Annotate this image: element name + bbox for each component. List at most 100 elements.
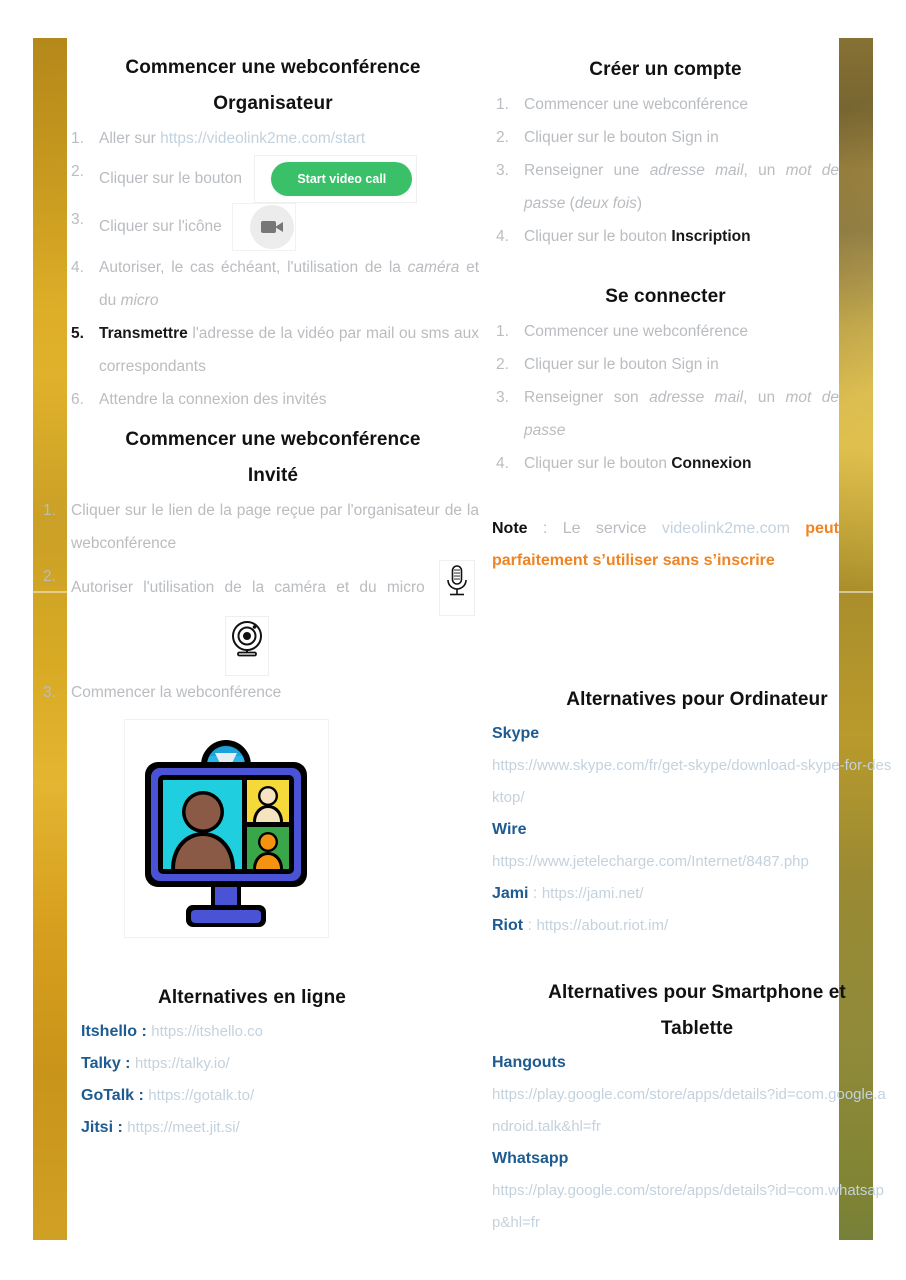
step-text: Commencer une webconférence: [524, 323, 749, 340]
video-camera-chip-box: [232, 203, 297, 251]
step-text: Cliquer sur l'icône: [99, 218, 227, 236]
webcam-icon-box: [225, 616, 269, 676]
section-alternatives-ordinateur: Alternatives pour Ordinateur Skype https…: [492, 682, 902, 942]
link-name: GoTalk: [81, 1087, 135, 1104]
note-text-before: Le service: [562, 520, 662, 537]
list-item: Jami : https://jami.net/: [492, 885, 644, 902]
step-text-a: Renseigner une: [524, 162, 650, 179]
link-name: Itshello: [81, 1023, 138, 1040]
emphasis-camera: caméra: [407, 259, 460, 276]
video-conference-illustration-frame: [124, 719, 329, 938]
link-name: Jami: [492, 885, 529, 902]
step-text: Cliquer sur le bouton: [524, 455, 672, 472]
link-name: Riot: [492, 917, 524, 934]
emphasis-adresse-mail: adresse mail: [649, 389, 744, 406]
step-autoriser: Autoriser, le cas échéant, l'utilisation…: [67, 251, 479, 317]
link-url[interactable]: https://play.google.com/store/apps/detai…: [492, 1175, 892, 1239]
link-url[interactable]: https://itshello.co: [151, 1023, 263, 1040]
content-columns: Commencer une webconférence Organisateur…: [43, 0, 891, 1280]
link-url[interactable]: https://jami.net/: [542, 885, 644, 902]
alternatives-smartphone-list: Hangouts https://play.google.com/store/a…: [492, 1047, 892, 1239]
link-url[interactable]: https://play.google.com/store/apps/detai…: [492, 1079, 892, 1143]
inscription-button-label[interactable]: Inscription: [671, 228, 750, 245]
link-name: Whatsapp: [492, 1150, 569, 1167]
step-cliquer-bouton: Cliquer sur le bouton Start video call: [67, 155, 479, 203]
step-connexion: Cliquer sur le bouton Connexion: [492, 447, 839, 480]
step-text-b: , un: [743, 389, 786, 406]
step-cliquer-lien: Cliquer sur le lien de la page reçue par…: [39, 494, 479, 560]
start-video-call-button-wrapper: Start video call: [254, 155, 418, 203]
se-connecter-heading: Se connecter: [605, 286, 726, 307]
step-text: Cliquer sur le bouton Sign in: [524, 129, 719, 146]
step-text: Autoriser l'utilisation de la caméra et …: [71, 579, 435, 597]
step-text: Cliquer sur le bouton Sign in: [524, 356, 719, 373]
alternatives-ordinateur-heading: Alternatives pour Ordinateur: [566, 689, 828, 710]
microphone-icon: [447, 565, 467, 596]
alternatives-en-ligne-heading: Alternatives en ligne: [158, 987, 346, 1008]
list-item: GoTalk : https://gotalk.to/: [81, 1087, 255, 1104]
link-url[interactable]: https://www.jetelecharge.com/Internet/84…: [492, 846, 892, 878]
step-commencer: Commencer une webconférence: [492, 88, 839, 121]
alternatives-smartphone-heading-line2: Tablette: [660, 1018, 734, 1039]
organisateur-steps: Aller sur https://videolink2me.com/start…: [67, 122, 479, 416]
creer-compte-steps: Commencer une webconférence Cliquer sur …: [492, 88, 839, 253]
step-cliquer-icone: Cliquer sur l'icône: [67, 203, 479, 251]
invite-heading-line1: Commencer une webconférence: [125, 429, 421, 450]
step-aller-sur: Aller sur https://videolink2me.com/start: [67, 122, 479, 155]
step-sign-in: Cliquer sur le bouton Sign in: [492, 121, 839, 154]
note-label: Note: [492, 520, 528, 537]
step-sign-in: Cliquer sur le bouton Sign in: [492, 348, 839, 381]
alternatives-ordinateur-list: Skype https://www.skype.com/fr/get-skype…: [492, 718, 892, 942]
step-renseigner: Renseigner son adresse mail, un mot de p…: [492, 381, 839, 447]
section-creer-un-compte: Créer un compte Commencer une webconfére…: [492, 52, 839, 253]
videolink2me-link[interactable]: videolink2me.com: [662, 520, 790, 537]
se-connecter-steps: Commencer une webconférence Cliquer sur …: [492, 315, 839, 480]
link-name: Wire: [492, 821, 527, 838]
step-autoriser-camera-micro: Autoriser l'utilisation de la caméra et …: [39, 560, 479, 676]
step-text: Aller sur: [99, 130, 161, 147]
microphone-icon-box: [439, 560, 475, 616]
video-camera-icon[interactable]: [250, 205, 295, 249]
organisateur-heading-line1: Commencer une webconférence: [125, 57, 421, 78]
video-conference-illustration: [145, 740, 307, 927]
emphasis-micro: micro: [120, 292, 159, 309]
alternatives-smartphone-heading-line1: Alternatives pour Smartphone et: [548, 982, 846, 1003]
connexion-button-label[interactable]: Connexion: [671, 455, 751, 472]
alternatives-en-ligne-list: Itshello : https://itshello.co Talky : h…: [81, 1016, 437, 1144]
section-alternatives-en-ligne: Alternatives en ligne Itshello : https:/…: [67, 980, 437, 1144]
link-name: Talky: [81, 1055, 121, 1072]
invite-heading-line2: Invité: [247, 465, 299, 486]
webcam-icon: [232, 621, 262, 657]
step-text: Cliquer sur le lien de la page reçue par…: [71, 502, 479, 552]
link-url[interactable]: https://meet.jit.si/: [127, 1119, 240, 1136]
step-text-a: Autoriser, le cas échéant, l'utilisation…: [99, 259, 408, 276]
list-item: Riot : https://about.riot.im/: [492, 917, 669, 934]
step-text-a: Renseigner son: [524, 389, 650, 406]
list-item: Talky : https://talky.io/: [81, 1055, 230, 1072]
emphasis-deux-fois: deux fois: [574, 195, 637, 212]
videolink2me-start-link[interactable]: https://videolink2me.com/start: [160, 130, 365, 147]
link-url[interactable]: https://about.riot.im/: [536, 917, 668, 934]
link-url[interactable]: https://talky.io/: [135, 1055, 230, 1072]
step-inscription: Cliquer sur le bouton Inscription: [492, 220, 839, 253]
step-text: Cliquer sur le bouton: [99, 170, 247, 188]
link-name: Jitsi: [81, 1119, 114, 1136]
step-text: Attendre la connexion des invités: [99, 391, 327, 408]
step-attendre: Attendre la connexion des invités: [67, 383, 479, 416]
section-se-connecter: Se connecter Commencer une webconférence…: [492, 279, 839, 480]
note-block: Note : Le service videolink2me.com peut …: [492, 513, 839, 577]
step-transmettre: Transmettre l'adresse de la vidéo par ma…: [67, 317, 479, 383]
section-invite: Commencer une webconférence Invité Cliqu…: [43, 422, 479, 709]
step-commencer-webconference: Commencer la webconférence: [39, 676, 479, 709]
section-organisateur: Commencer une webconférence Organisateur…: [67, 50, 479, 416]
step-text-d: ): [636, 195, 643, 212]
start-video-call-button[interactable]: Start video call: [271, 161, 413, 196]
link-name: Hangouts: [492, 1054, 566, 1071]
step-text: Cliquer sur le bouton: [524, 228, 672, 245]
emphasis-adresse-mail: adresse mail: [649, 162, 744, 179]
list-item: Jitsi : https://meet.jit.si/: [81, 1119, 240, 1136]
link-url[interactable]: https://gotalk.to/: [148, 1087, 254, 1104]
step-text-b: , un: [743, 162, 786, 179]
link-name: Skype: [492, 725, 540, 742]
link-url[interactable]: https://www.skype.com/fr/get-skype/downl…: [492, 750, 892, 814]
